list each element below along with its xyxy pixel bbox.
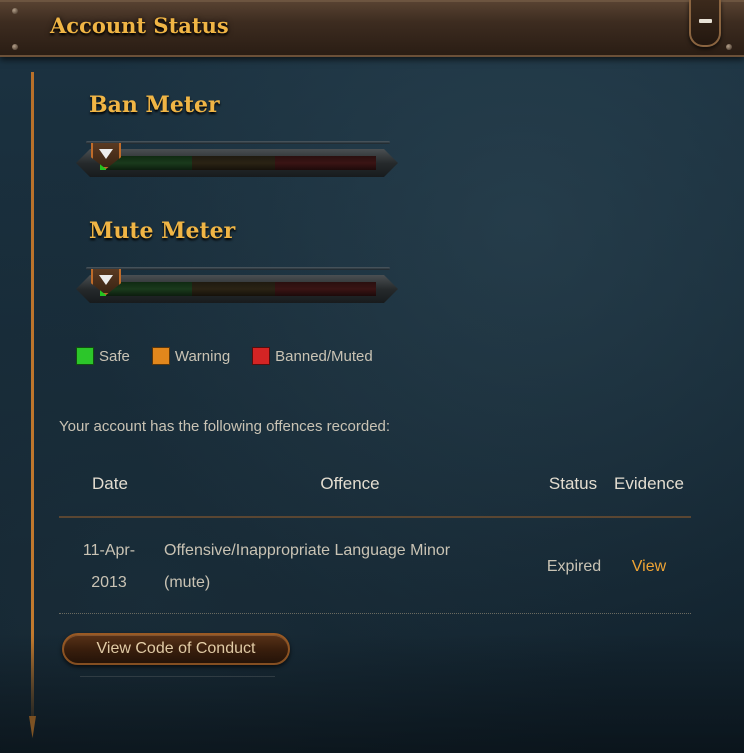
rivet-decoration bbox=[726, 44, 732, 50]
legend-item-safe: Safe bbox=[76, 347, 130, 365]
column-header-offence: Offence bbox=[320, 474, 380, 493]
table-header-divider bbox=[59, 516, 691, 518]
meter-banned-zone bbox=[274, 282, 376, 296]
column-header-date: Date bbox=[92, 474, 128, 493]
panel-header: Account Status bbox=[0, 0, 744, 57]
view-code-of-conduct-button[interactable]: View Code of Conduct bbox=[62, 633, 290, 665]
decorative-side-line bbox=[31, 72, 34, 740]
collapse-button[interactable] bbox=[689, 0, 721, 47]
mute-meter-title: Mute Meter bbox=[89, 218, 236, 244]
banned-swatch-icon bbox=[252, 347, 271, 365]
table-row-divider bbox=[59, 613, 691, 614]
legend-label: Warning bbox=[174, 347, 231, 365]
ban-meter-title: Ban Meter bbox=[89, 92, 220, 118]
safe-swatch-icon bbox=[76, 347, 94, 365]
legend-label: Banned/Muted bbox=[275, 347, 373, 365]
meter-top-line bbox=[86, 267, 390, 270]
minus-icon bbox=[699, 19, 712, 23]
triangle-down-icon bbox=[99, 149, 113, 159]
view-evidence-link[interactable]: View bbox=[620, 551, 678, 583]
legend-item-banned: Banned/Muted bbox=[252, 347, 373, 365]
account-status-panel: Account Status Ban Meter Mute Meter Safe… bbox=[0, 0, 744, 753]
rivet-decoration bbox=[12, 8, 18, 14]
legend-label: Safe bbox=[99, 347, 130, 365]
meter-track bbox=[100, 282, 376, 296]
triangle-down-icon bbox=[99, 275, 113, 285]
table-row-date: 11-Apr- 2013 bbox=[74, 535, 144, 599]
mute-meter bbox=[76, 267, 398, 305]
meter-track bbox=[100, 156, 376, 170]
table-row-status: Expired bbox=[546, 558, 602, 575]
panel-title: Account Status bbox=[50, 13, 229, 38]
column-header-status: Status bbox=[548, 474, 598, 493]
meter-banned-zone bbox=[274, 156, 376, 170]
button-underline-decoration bbox=[80, 676, 275, 677]
warning-swatch-icon bbox=[151, 347, 170, 365]
offences-intro-text: Your account has the following offences … bbox=[59, 418, 391, 435]
meter-legend: Safe Warning Banned/Muted bbox=[76, 346, 395, 366]
table-row-offence: Offensive/Inappropriate Language Minor (… bbox=[164, 535, 524, 599]
date-line: 2013 bbox=[91, 574, 127, 591]
meter-warning-zone bbox=[192, 156, 275, 170]
ban-meter bbox=[76, 141, 398, 179]
date-line: 11-Apr- bbox=[82, 542, 136, 559]
meter-top-line bbox=[86, 141, 390, 144]
legend-item-warning: Warning bbox=[151, 347, 231, 365]
column-header-evidence: Evidence bbox=[614, 474, 684, 493]
meter-warning-zone bbox=[192, 282, 275, 296]
offence-line: Offensive/Inappropriate Language Minor bbox=[164, 542, 451, 559]
rivet-decoration bbox=[12, 44, 18, 50]
offence-line: (mute) bbox=[164, 574, 211, 591]
